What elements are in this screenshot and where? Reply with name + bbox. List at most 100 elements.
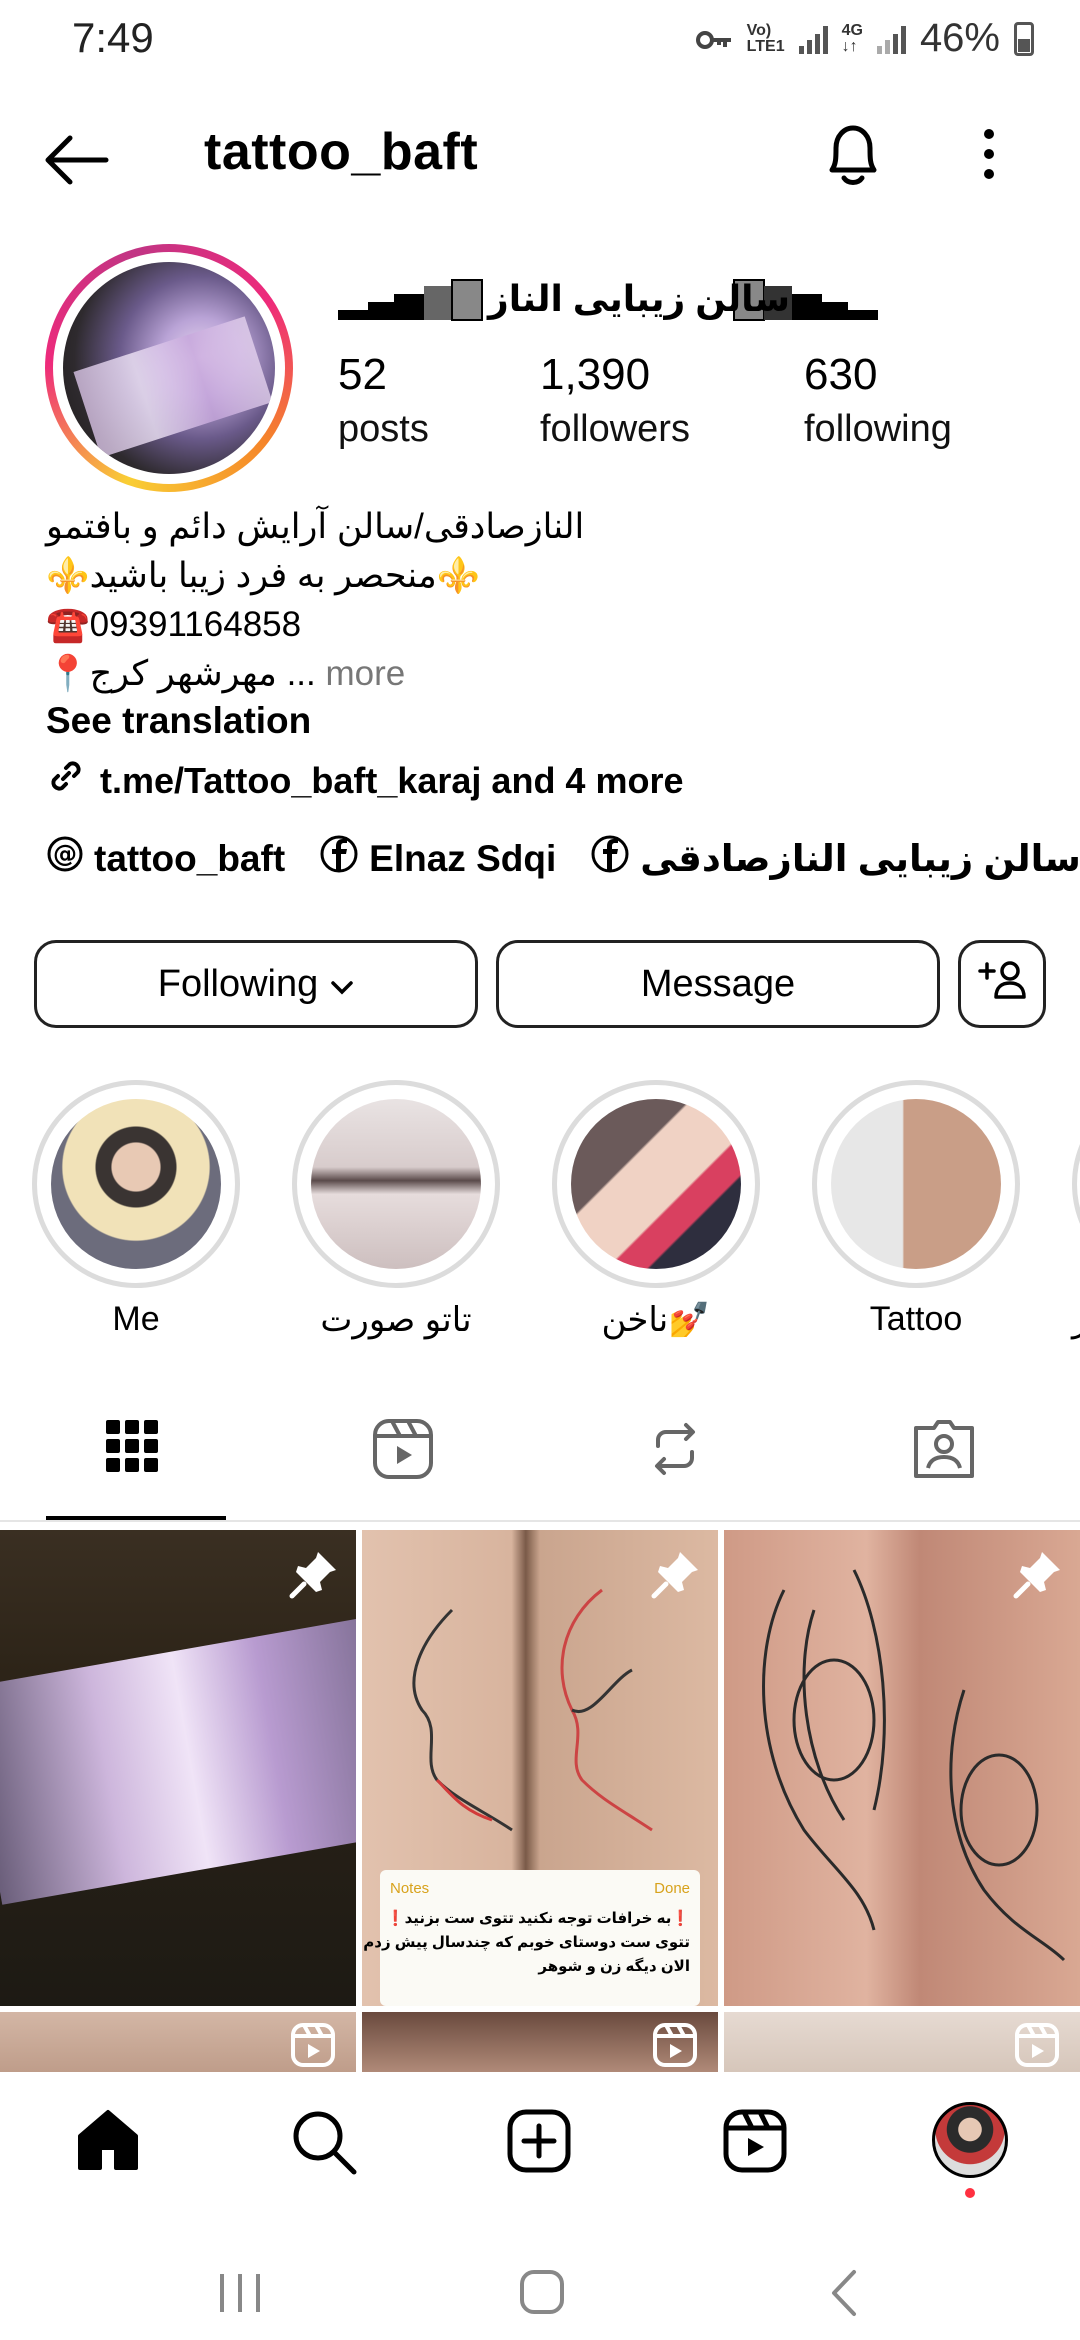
grid-icon[interactable] xyxy=(104,1418,160,1479)
network2-label-top: 4G xyxy=(841,21,863,39)
highlight-partial[interactable]: ر xyxy=(1072,1080,1080,1340)
display-name: سالن زیبایی الناز xyxy=(338,270,878,330)
battery-percent: 46% xyxy=(919,16,1000,60)
notes-line: ❗به خرافات توجه نکنید تتوی ست بزنید❗ xyxy=(385,1910,690,1927)
home-icon[interactable] xyxy=(74,2108,142,2179)
pin-icon xyxy=(650,1548,702,1605)
bell-icon[interactable] xyxy=(820,120,886,195)
facebook-label: Elnaz Sdqi xyxy=(369,837,557,879)
reposts-icon[interactable] xyxy=(644,1418,706,1485)
network-label-bottom: LTE1 xyxy=(746,37,785,55)
grid-post[interactable] xyxy=(0,2012,356,2072)
highlight-nails[interactable]: ناخن💅 xyxy=(552,1080,760,1340)
add-user-icon xyxy=(976,957,1028,1011)
notes-done: Done xyxy=(654,1880,690,1897)
tagged-icon[interactable] xyxy=(912,1418,976,1485)
reels-icon[interactable] xyxy=(372,1418,434,1485)
bio-line: ☎️09391164858 xyxy=(46,605,302,644)
display-name-text: سالن زیبایی الناز xyxy=(488,278,791,319)
following-stat[interactable]: 630 following xyxy=(804,350,952,451)
facebook-link[interactable]: Elnaz Sdqi xyxy=(319,834,556,883)
message-button[interactable]: Message xyxy=(496,940,940,1028)
grid-post[interactable] xyxy=(724,1530,1080,2006)
status-time: 7:49 xyxy=(72,14,154,61)
facebook-icon xyxy=(590,834,630,883)
recent-apps-icon[interactable] xyxy=(216,2270,264,2321)
back-arrow-icon[interactable] xyxy=(40,130,110,195)
status-icons: Vo) LTE1 4G ↓↑ 46% xyxy=(695,16,1034,61)
chevron-down-icon xyxy=(330,963,354,1006)
network2-label-bottom: ↓↑ xyxy=(841,37,858,55)
pin-icon xyxy=(1012,1548,1064,1605)
signal-icon xyxy=(798,24,828,54)
bottom-nav xyxy=(0,2072,1080,2222)
social-links: @ tattoo_baft Elnaz Sdqi سالن زیبایی الن… xyxy=(46,834,1080,883)
notes-line: الان دیگه زن و شوهر xyxy=(538,1958,690,1975)
facebook-link[interactable]: سالن زیبایی النازصادقی xyxy=(590,834,1080,883)
following-label: Following xyxy=(157,962,319,1005)
reels-icon[interactable] xyxy=(722,2108,788,2179)
bio-more-link[interactable]: more xyxy=(326,654,406,693)
profile-avatar[interactable] xyxy=(932,2102,1008,2198)
notes-overlay: Notes Done ❗به خرافات توجه نکنید تتوی ست… xyxy=(363,1870,700,2006)
divider xyxy=(0,1520,1080,1522)
facebook-label: سالن زیبایی النازصادقی xyxy=(640,838,1080,879)
highlight-thumbnail xyxy=(311,1099,481,1269)
bio-line: النازصادقی/سالن آرایش دائم و بافتمو xyxy=(46,507,585,546)
link-icon xyxy=(46,756,86,805)
following-label: following xyxy=(804,408,952,450)
message-label: Message xyxy=(640,962,796,1005)
highlight-label: تاتو صورت xyxy=(320,1301,472,1339)
add-user-button[interactable] xyxy=(958,940,1046,1028)
back-button-icon[interactable] xyxy=(826,2268,862,2323)
notification-dot xyxy=(965,2188,975,2198)
highlight-label: Me xyxy=(112,1300,160,1338)
bio: النازصادقی/سالن آرایش دائم و بافتمو ⚜️من… xyxy=(46,502,584,698)
highlight-label: ر xyxy=(1072,1300,1080,1340)
profile-avatar[interactable] xyxy=(45,244,293,492)
signal-icon xyxy=(876,24,906,54)
threads-icon: @ xyxy=(46,835,84,882)
posts-label: posts xyxy=(338,408,429,450)
system-nav-bar xyxy=(0,2222,1080,2340)
highlight-thumbnail xyxy=(571,1099,741,1269)
see-translation-link[interactable]: See translation xyxy=(46,700,311,742)
followers-label: followers xyxy=(540,408,690,450)
notes-line: تتوی ست دوستای خوبم که چندسال پیش زدم xyxy=(363,1934,690,1951)
create-icon[interactable] xyxy=(506,2108,572,2179)
threads-label: tattoo_baft xyxy=(94,837,286,879)
pin-icon xyxy=(288,1548,340,1605)
followers-stat[interactable]: 1,390 followers xyxy=(540,350,690,451)
followers-count: 1,390 xyxy=(540,350,651,399)
bio-line: ⚜️منحصر به فرد زیبا باشید⚜️ xyxy=(46,556,481,595)
profile-photo xyxy=(63,262,275,474)
posts-count: 52 xyxy=(338,350,387,399)
search-icon[interactable] xyxy=(290,2108,358,2181)
notes-back: Notes xyxy=(390,1880,430,1897)
threads-link[interactable]: @ tattoo_baft xyxy=(46,835,285,882)
svg-text:@: @ xyxy=(53,840,77,868)
highlight-face-tattoo[interactable]: تاتو صورت xyxy=(292,1080,500,1340)
bio-link[interactable]: t.me/Tattoo_baft_karaj and 4 more xyxy=(46,756,684,805)
grid-post[interactable] xyxy=(724,2012,1080,2072)
following-count: 630 xyxy=(804,350,878,399)
grid-post[interactable] xyxy=(362,2012,718,2072)
highlight-label: Tattoo xyxy=(869,1300,963,1338)
following-button[interactable]: Following xyxy=(34,940,478,1028)
more-vertical-icon[interactable] xyxy=(976,126,1002,191)
facebook-icon xyxy=(319,834,359,883)
profile-username: tattoo_baft xyxy=(204,123,479,181)
grid-post[interactable]: Notes Done ❗به خرافات توجه نکنید تتوی ست… xyxy=(362,1530,718,2006)
highlight-thumbnail xyxy=(831,1099,1001,1269)
bio-link-text: t.me/Tattoo_baft_karaj and 4 more xyxy=(100,759,684,801)
highlight-label: ناخن💅 xyxy=(601,1301,711,1339)
reels-icon xyxy=(1014,2022,1060,2072)
network-label-top: Vo) xyxy=(746,21,772,39)
highlight-tattoo[interactable]: Tattoo xyxy=(812,1080,1020,1339)
home-button-icon[interactable] xyxy=(518,2268,566,2321)
battery-icon xyxy=(1014,21,1034,56)
posts-stat[interactable]: 52 posts xyxy=(338,350,429,451)
highlight-me[interactable]: Me xyxy=(32,1080,240,1339)
grid-post[interactable] xyxy=(0,1530,356,2006)
highlight-thumbnail xyxy=(51,1099,221,1269)
